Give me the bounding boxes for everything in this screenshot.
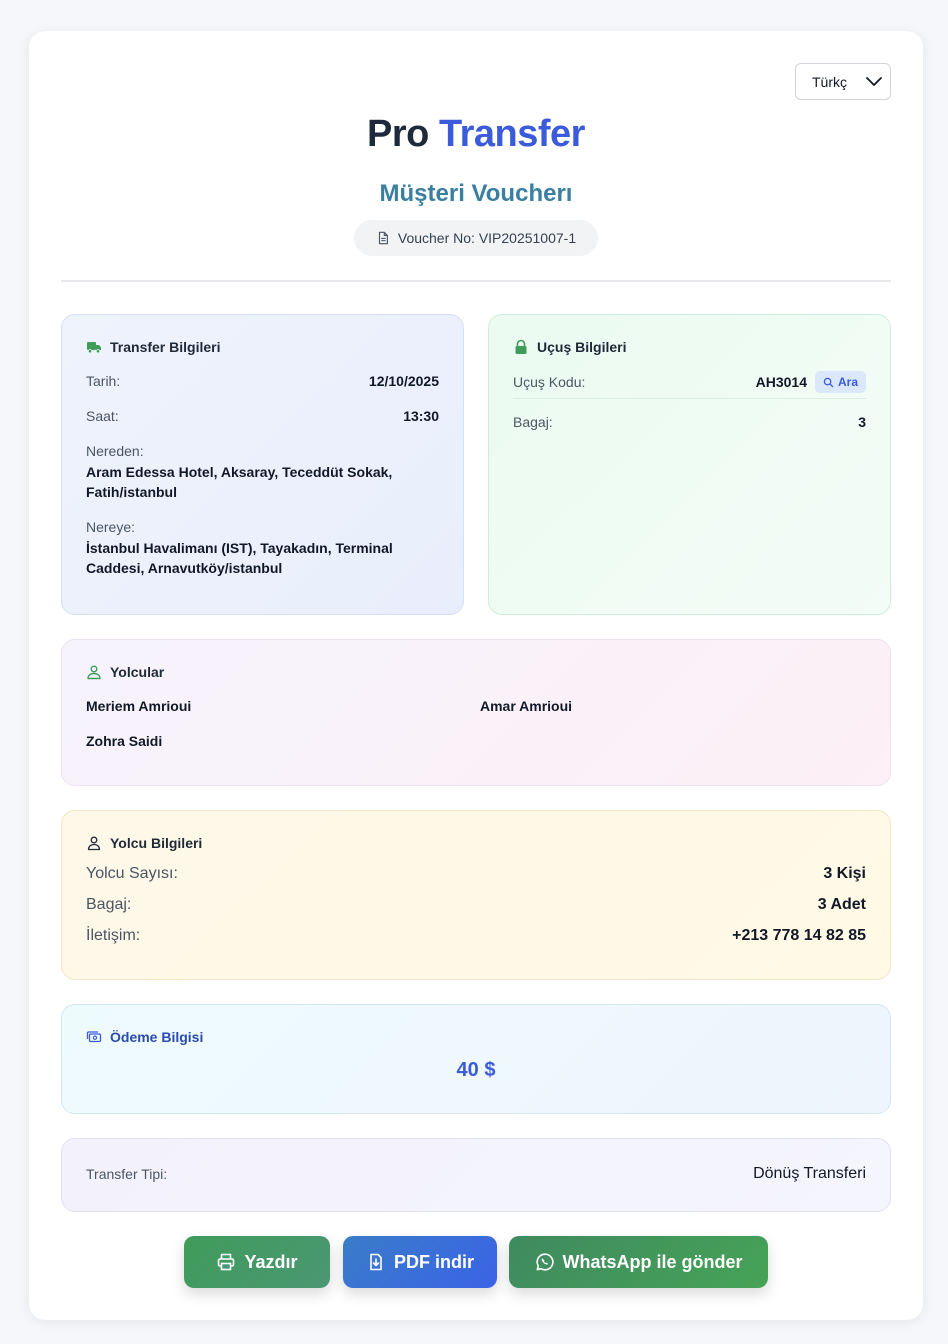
brand-title-part2: Transfer [438, 113, 585, 155]
voucher-number-badge: Voucher No: VIP20251007-1 [354, 220, 598, 256]
transfer-type-panel: Transfer Tipi: Dönüş Transferi [61, 1138, 891, 1212]
language-select-value: Türkç [812, 73, 847, 90]
passenger-baggage-label: Bagaj: [86, 896, 132, 913]
transfer-info-title-text: Transfer Bilgileri [110, 339, 221, 355]
transfer-time-value: 13:30 [403, 408, 439, 424]
payment-title: Ödeme Bilgisi [86, 1029, 866, 1045]
transfer-to-block: Nereye: İstanbul Havalimanı (IST), Tayak… [86, 519, 439, 578]
pdf-download-label: PDF indir [394, 1251, 474, 1272]
passenger-contact-row: İletişim: +213 778 14 82 85 [86, 927, 866, 945]
voucher-card: Türkç Pro Transfer Müşteri Voucherı Vouc… [29, 31, 923, 1320]
transfer-info-panel: Transfer Bilgileri Tarih: 12/10/2025 Saa… [61, 314, 464, 615]
pdf-download-button[interactable]: PDF indir [343, 1236, 497, 1288]
printer-icon [218, 1253, 235, 1271]
transfer-date-row: Tarih: 12/10/2025 [86, 373, 439, 389]
flight-code-row: Uçuş Kodu: AH3014 Ara [513, 371, 866, 399]
transfer-type-label: Transfer Tipi: [86, 1166, 168, 1182]
passenger-baggage-value: 3 Adet [817, 896, 866, 913]
file-download-icon [370, 1253, 382, 1271]
passenger-count-value: 3 Kişi [823, 865, 866, 882]
transfer-to-label: Nereye: [86, 519, 136, 535]
flight-baggage-value: 3 [858, 414, 866, 430]
transfer-time-row: Saat: 13:30 [86, 408, 439, 424]
flight-search-label: Ara [837, 375, 858, 389]
truck-icon [87, 342, 101, 354]
transfer-info-title: Transfer Bilgileri [86, 339, 439, 355]
passenger-info-title-text: Yolcu Bilgileri [110, 835, 203, 851]
passenger-contact-value: +213 778 14 82 85 [732, 927, 866, 944]
transfer-type-row: Transfer Tipi: Dönüş Transferi [86, 1165, 866, 1183]
payment-amount: 40 $ [456, 1059, 496, 1081]
passenger-info-title: Yolcu Bilgileri [86, 835, 866, 851]
whatsapp-icon [535, 1253, 554, 1271]
flight-search-button[interactable]: Ara [814, 371, 866, 393]
search-icon [823, 377, 834, 387]
passenger-list: Meriem Amrioui Amar Amrioui Zohra Saidi [86, 698, 866, 749]
flight-info-panel: Uçuş Bilgileri Uçuş Kodu: AH3014 Ara Bag… [488, 314, 891, 615]
passengers-panel: Yolcular Meriem Amrioui Amar Amrioui Zoh… [61, 639, 891, 786]
lock-icon [515, 339, 527, 354]
brand-title-part1: Pro [367, 113, 429, 155]
passenger-name: Meriem Amrioui [86, 698, 192, 714]
payment-panel: Ödeme Bilgisi 40 $ [61, 1004, 891, 1114]
flight-baggage-label: Bagaj: [513, 414, 553, 430]
voucher-number: Voucher No: VIP20251007-1 [397, 230, 577, 246]
user-icon [87, 836, 101, 851]
chevron-down-icon [866, 77, 882, 86]
flight-baggage-row: Bagaj: 3 [513, 414, 866, 430]
print-button-label: Yazdır [244, 1251, 298, 1272]
whatsapp-send-label: WhatsApp ile gönder [562, 1251, 743, 1272]
transfer-type-value: Dönüş Transferi [753, 1165, 866, 1182]
passenger-baggage-row: Bagaj: 3 Adet [86, 896, 866, 914]
document-icon [378, 231, 388, 245]
transfer-time-label: Saat: [86, 408, 119, 424]
transfer-date-value: 12/10/2025 [368, 373, 439, 389]
flight-code-label: Uçuş Kodu: [513, 374, 586, 390]
passenger-name: Zohra Saidi [86, 733, 163, 749]
print-button[interactable]: Yazdır [184, 1236, 330, 1288]
passenger-contact-label: İletişim: [86, 927, 141, 944]
transfer-from-block: Nereden: Aram Edessa Hotel, Aksaray, Tec… [86, 443, 439, 502]
whatsapp-send-button[interactable]: WhatsApp ile gönder [509, 1236, 768, 1288]
passenger-info-panel: Yolcu Bilgileri Yolcu Sayısı: 3 Kişi Bag… [61, 810, 891, 980]
passenger-name: Amar Amrioui [480, 698, 573, 714]
passengers-title-text: Yolcular [110, 664, 165, 680]
passenger-count-label: Yolcu Sayısı: [86, 865, 178, 882]
payment-title-text: Ödeme Bilgisi [110, 1029, 204, 1045]
passenger-count-row: Yolcu Sayısı: 3 Kişi [86, 865, 866, 883]
transfer-date-label: Tarih: [86, 373, 121, 389]
transfer-from-value: Aram Edessa Hotel, Aksaray, Teceddüt Sok… [86, 464, 393, 500]
transfer-to-value: İstanbul Havalimanı (IST), Tayakadın, Te… [86, 540, 393, 576]
language-select[interactable]: Türkç [795, 63, 891, 100]
passengers-title: Yolcular [86, 664, 866, 680]
flight-info-title-text: Uçuş Bilgileri [537, 339, 627, 355]
page-subtitle: Müşteri Voucherı [379, 180, 573, 207]
flight-info-title: Uçuş Bilgileri [513, 339, 866, 355]
brand-title: Pro Transfer [29, 113, 923, 156]
header-divider [61, 280, 891, 282]
money-icon [86, 1031, 102, 1043]
users-icon [87, 665, 101, 680]
flight-code-value: AH3014 [755, 374, 807, 390]
transfer-from-label: Nereden: [86, 443, 144, 459]
